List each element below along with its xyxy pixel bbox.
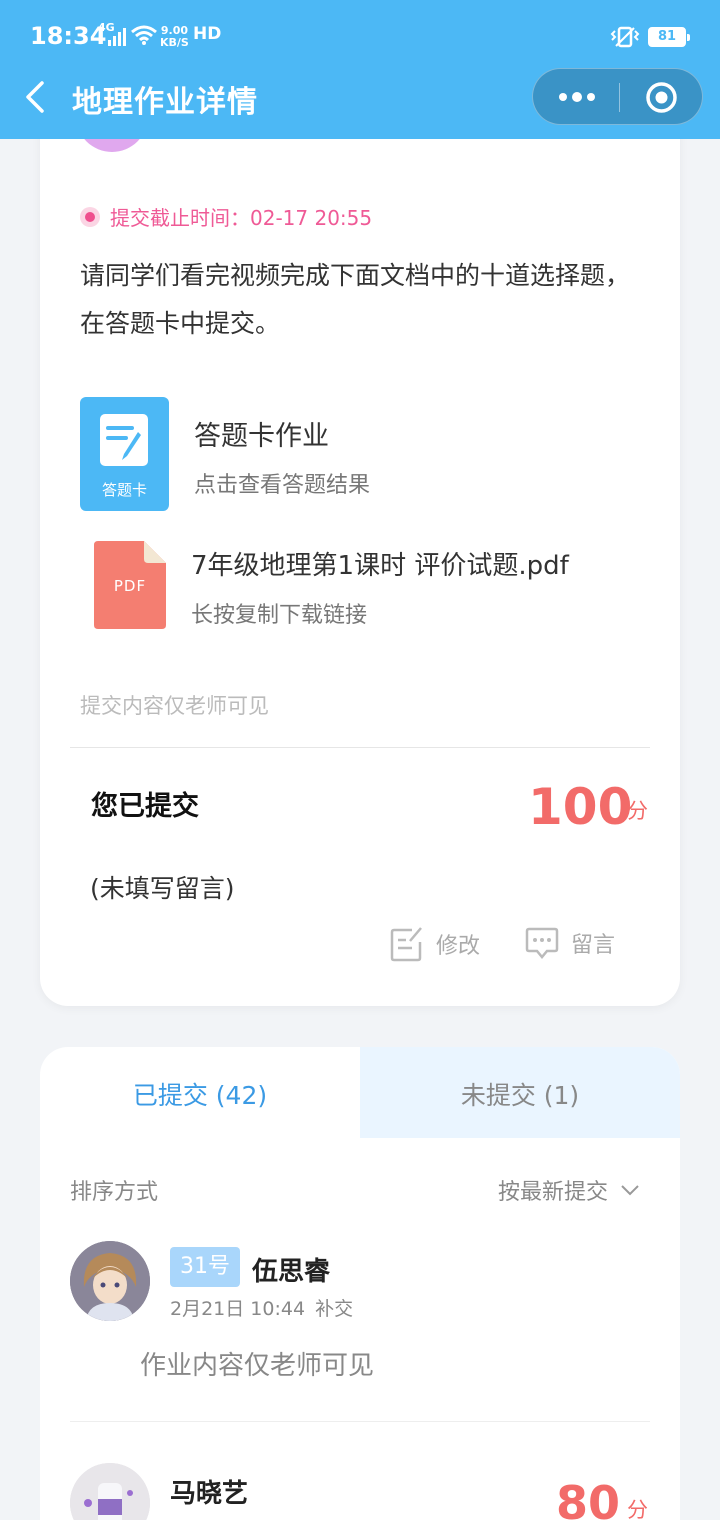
pdf-file-title[interactable]: 7年级地理第1课时 评价试题.pdf: [191, 545, 569, 582]
late-tag: 补交: [315, 1298, 354, 1320]
back-icon[interactable]: [22, 80, 52, 114]
student-score: 80: [556, 1476, 621, 1520]
deadline-dot-icon: [80, 206, 100, 227]
speed-unit: KB/S: [160, 36, 189, 49]
page-title: 地理作业详情: [72, 85, 258, 120]
answer-card-icon[interactable]: 答题卡: [80, 397, 169, 511]
tab-not-submitted[interactable]: 未提交 (1): [360, 1076, 680, 1112]
my-score: 100: [528, 778, 633, 836]
sort-label: 排序方式: [70, 1180, 159, 1205]
hd-indicator: HD: [193, 24, 222, 44]
wifi-icon: [131, 25, 157, 45]
student-score-unit: 分: [627, 1498, 648, 1520]
answer-card-subtitle: 点击查看答题结果: [194, 473, 371, 498]
network-speed: 9.00 KB/S: [160, 25, 189, 49]
assignment-description: 请同学们看完视频完成下面文档中的十道选择题，在答题卡中提交。: [80, 261, 631, 338]
chevron-down-icon: [621, 1185, 639, 1196]
signal-icon: [108, 28, 126, 46]
student-name: 伍思睿: [252, 1257, 331, 1287]
edit-icon: [390, 927, 422, 962]
submission-content: 作业内容仅老师可见: [140, 1351, 375, 1381]
mini-program-capsule: [532, 68, 703, 125]
pdf-file-icon[interactable]: PDF: [94, 541, 166, 629]
close-target-icon[interactable]: [645, 81, 678, 114]
deadline-row: 提交截止时间：02-17 20:55: [80, 202, 372, 231]
avatar: [70, 1463, 150, 1520]
message-button[interactable]: 留言: [525, 926, 615, 960]
comment-icon: [525, 927, 559, 959]
vibrate-icon: [610, 26, 640, 48]
sort-dropdown[interactable]: 按最新提交: [498, 1174, 640, 1206]
submission-status: 您已提交: [91, 791, 199, 822]
student-name: 马晓艺: [170, 1479, 249, 1509]
deadline-text: 提交截止时间：02-17 20:55: [110, 206, 373, 230]
sort-value: 按最新提交: [498, 1180, 609, 1205]
battery-indicator: 81: [648, 27, 690, 47]
student-number-badge: 31号: [170, 1247, 240, 1287]
my-score-unit: 分: [627, 799, 648, 823]
pdf-file-subtitle: 长按复制下载链接: [191, 603, 368, 628]
answer-card-icon-label: 答题卡: [101, 481, 147, 499]
capsule-divider: [619, 83, 620, 112]
answer-card-title[interactable]: 答题卡作业: [194, 414, 329, 453]
answer-sheet-icon: [100, 414, 148, 466]
tab-submitted[interactable]: 已提交 (42): [40, 1076, 360, 1112]
message-label: 留言: [571, 933, 616, 958]
status-bar: 18:34 4G 9.00 KB/S HD 81: [0, 0, 720, 72]
submission-time-value: 2月21日 10:44: [170, 1298, 306, 1320]
more-icon[interactable]: [555, 87, 599, 107]
edit-label: 修改: [436, 934, 481, 959]
submissions-card: 已提交 (42) 未提交 (1) 排序方式 按最新提交 31号 伍思睿 2月21…: [40, 1047, 680, 1520]
pdf-icon-label: PDF: [113, 577, 147, 595]
submission-time: 2月21日 10:44 补交: [170, 1294, 353, 1321]
top-bar: 18:34 4G 9.00 KB/S HD 81 地理作业详情: [0, 0, 720, 139]
edit-button[interactable]: 修改: [390, 926, 480, 962]
my-comment: (未填写留言): [90, 874, 235, 903]
divider: [70, 1421, 650, 1422]
avatar: [70, 1241, 150, 1321]
visibility-note: 提交内容仅老师可见: [80, 694, 269, 718]
divider: [70, 747, 650, 748]
status-time: 18:34: [30, 22, 107, 50]
